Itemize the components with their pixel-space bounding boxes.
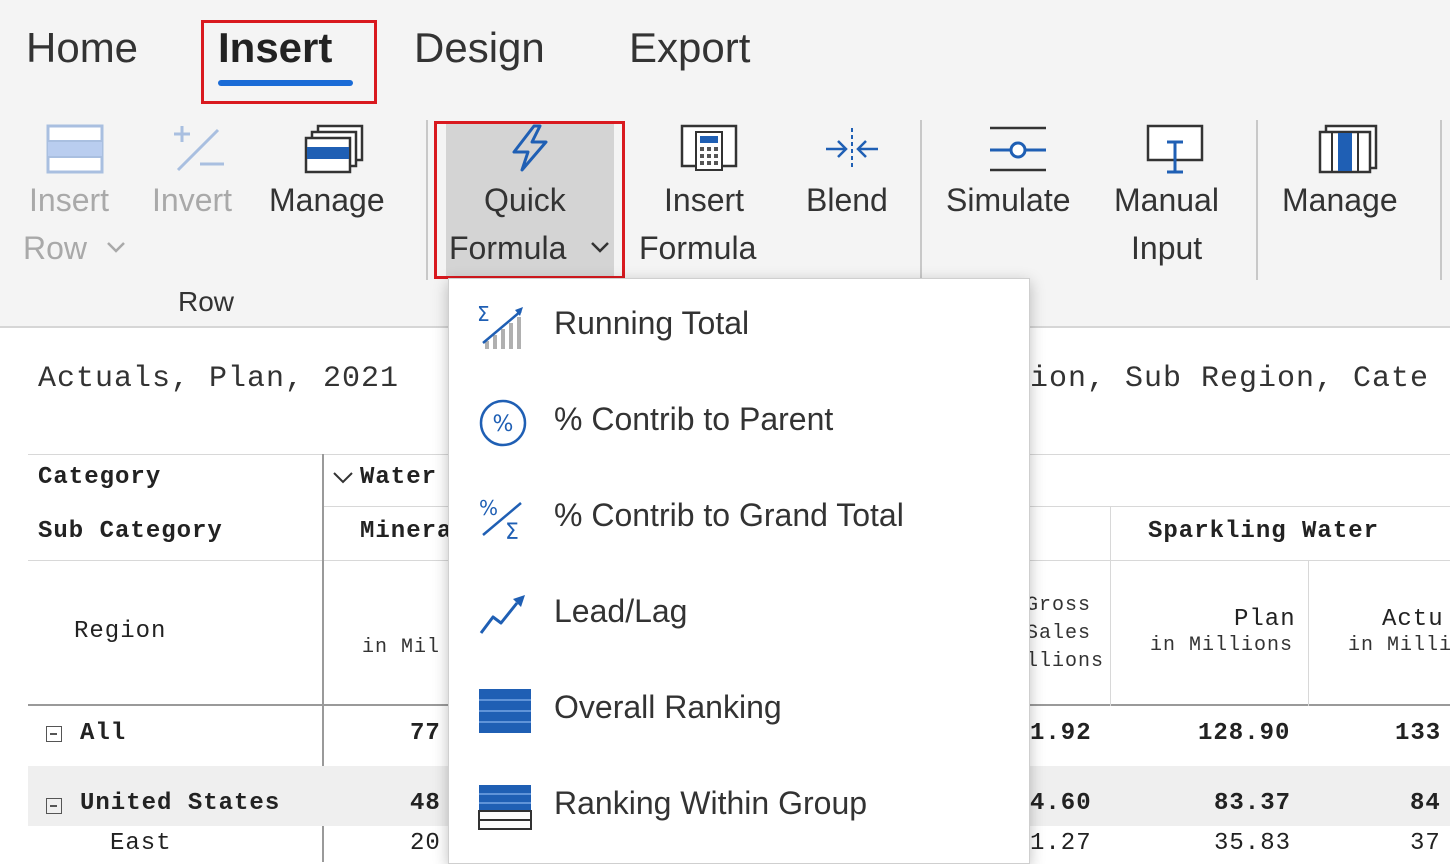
simulate-button[interactable]: Simulate bbox=[942, 118, 1092, 218]
collapse-icon[interactable] bbox=[46, 798, 62, 814]
cell-us-actual: 84 bbox=[1410, 790, 1441, 817]
row-label-united-states: United States bbox=[80, 790, 281, 817]
cell-all-mineral: 77 bbox=[410, 720, 441, 747]
trend-arrow-icon bbox=[479, 595, 525, 634]
menu-item-label: Lead/Lag bbox=[554, 593, 688, 629]
mineral-unit-label: in Mil bbox=[362, 636, 441, 659]
cell-all-plan: 128.90 bbox=[1198, 720, 1291, 747]
cell-east-actual: 37 bbox=[1410, 830, 1441, 857]
insert-row-button[interactable]: Insert Row bbox=[18, 118, 134, 268]
cell-us-plan: 83.37 bbox=[1214, 790, 1292, 817]
cell-all-gross: 1.92 bbox=[1030, 720, 1092, 747]
insert-row-label-2: Row bbox=[23, 230, 88, 266]
cell-all-actual: 133 bbox=[1395, 720, 1442, 747]
cell-east-mineral: 20 bbox=[410, 830, 441, 857]
grid-line bbox=[1308, 560, 1309, 706]
quick-formula-highlight bbox=[434, 121, 625, 279]
sub-category-mineral[interactable]: Minera bbox=[360, 518, 452, 545]
insert-formula-button[interactable]: Insert Formula bbox=[636, 118, 782, 278]
gross-sales-label-2: Sales bbox=[1026, 622, 1092, 645]
cell-east-gross: 1.27 bbox=[1030, 830, 1092, 857]
invert-button[interactable]: Invert bbox=[150, 118, 246, 218]
simulate-label: Simulate bbox=[946, 182, 1071, 218]
svg-text:Σ: Σ bbox=[477, 303, 490, 326]
region-header: Region bbox=[74, 618, 167, 645]
sheet-title-right: ion, Sub Region, Cate bbox=[1030, 362, 1430, 396]
manage-columns-icon bbox=[1318, 124, 1378, 174]
svg-text:%: % bbox=[493, 412, 514, 437]
ranking-table-icon bbox=[479, 689, 531, 733]
manual-input-label-1: Manual bbox=[1114, 182, 1219, 218]
menu-item-contrib-grand-total[interactable]: % Σ % Contrib to Grand Total bbox=[449, 471, 1029, 567]
row-label-east: East bbox=[110, 830, 172, 857]
sub-category-sparkling-water[interactable]: Sparkling Water bbox=[1148, 518, 1379, 545]
manage-row-button[interactable]: Manage bbox=[266, 118, 406, 218]
cell-us-gross: 4.60 bbox=[1030, 790, 1092, 817]
menu-item-running-total[interactable]: Σ Running Total bbox=[449, 279, 1029, 375]
blend-label: Blend bbox=[806, 182, 888, 218]
manage-dimensions-label: Manage bbox=[1282, 182, 1398, 218]
svg-text:%: % bbox=[479, 496, 498, 520]
ranking-group-icon bbox=[478, 785, 532, 830]
manage-dimensions-button[interactable]: Manage bbox=[1276, 118, 1420, 218]
insert-tab-highlight bbox=[201, 20, 377, 104]
menu-item-label: Ranking Within Group bbox=[554, 785, 868, 821]
text-cursor-icon bbox=[1146, 124, 1204, 174]
insert-formula-label-2: Formula bbox=[639, 230, 757, 266]
actual-unit: in Milli bbox=[1348, 634, 1450, 657]
ribbon-separator bbox=[426, 120, 428, 280]
blend-button[interactable]: Blend bbox=[800, 118, 904, 218]
plan-header: Plan bbox=[1234, 606, 1296, 633]
chevron-down-icon[interactable] bbox=[332, 470, 354, 484]
manual-input-label-2: Input bbox=[1131, 230, 1203, 266]
menu-item-ranking-within-group[interactable]: Ranking Within Group bbox=[449, 759, 1029, 855]
menu-item-overall-ranking[interactable]: Overall Ranking bbox=[449, 663, 1029, 759]
menu-item-lead-lag[interactable]: Lead/Lag bbox=[449, 567, 1029, 663]
gross-sales-label-3: llions bbox=[1026, 650, 1105, 673]
calculator-icon bbox=[680, 124, 738, 171]
insert-row-label-1: Insert bbox=[29, 182, 110, 218]
menu-item-label: % Contrib to Grand Total bbox=[554, 497, 904, 533]
tab-home[interactable]: Home bbox=[26, 24, 138, 72]
manage-row-label: Manage bbox=[269, 182, 385, 218]
ribbon-separator bbox=[1256, 120, 1258, 280]
tab-export[interactable]: Export bbox=[629, 24, 750, 72]
quick-formula-menu: Σ Running Total % % Contrib to Parent % … bbox=[448, 278, 1030, 864]
manage-layers-icon bbox=[304, 124, 364, 174]
cell-us-mineral: 48 bbox=[410, 790, 441, 817]
sheet-title-left: Actuals, Plan, 2021 bbox=[38, 362, 400, 396]
category-header: Category bbox=[38, 464, 162, 491]
row-label-all: All bbox=[80, 720, 127, 747]
chevron-down-icon bbox=[107, 242, 125, 253]
gross-sales-label-1: Gross bbox=[1026, 594, 1092, 617]
manual-input-button[interactable]: Manual Input bbox=[1110, 118, 1240, 278]
grid-line bbox=[1110, 506, 1111, 706]
ribbon-separator bbox=[920, 120, 922, 280]
svg-text:Σ: Σ bbox=[505, 520, 519, 543]
row-group-label: Row bbox=[178, 286, 235, 317]
blend-icon bbox=[826, 128, 878, 170]
invert-icon bbox=[174, 126, 224, 172]
cell-east-plan: 35.83 bbox=[1214, 830, 1292, 857]
sub-category-header: Sub Category bbox=[38, 518, 223, 545]
menu-item-label: Running Total bbox=[554, 305, 750, 341]
percent-sigma-icon: % Σ bbox=[479, 496, 522, 543]
collapse-icon[interactable] bbox=[46, 726, 62, 742]
actual-header: Actu bbox=[1382, 606, 1444, 633]
slider-icon bbox=[990, 126, 1046, 172]
percent-circle-icon: % bbox=[479, 399, 527, 447]
plan-unit: in Millions bbox=[1150, 634, 1294, 657]
category-value-water[interactable]: Water bbox=[360, 464, 437, 491]
invert-label: Invert bbox=[152, 182, 233, 218]
menu-item-contrib-parent[interactable]: % % Contrib to Parent bbox=[449, 375, 1029, 471]
menu-item-label: Overall Ranking bbox=[554, 689, 782, 725]
insert-formula-label-1: Insert bbox=[664, 182, 745, 218]
insert-row-icon bbox=[46, 124, 104, 174]
running-total-icon: Σ bbox=[477, 303, 523, 349]
ribbon-separator bbox=[1440, 120, 1442, 280]
tab-design[interactable]: Design bbox=[414, 24, 545, 72]
menu-item-label: % Contrib to Parent bbox=[554, 401, 834, 437]
